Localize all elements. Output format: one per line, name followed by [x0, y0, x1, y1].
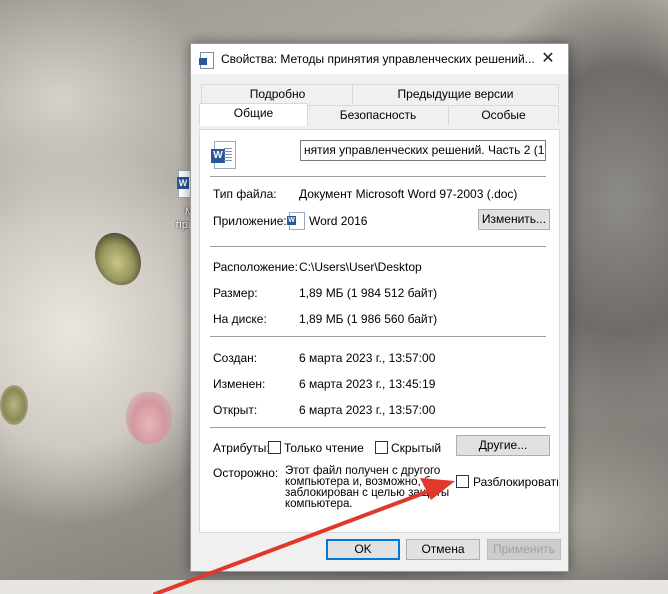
tabs-row-bottom: Общие Безопасность Особые: [199, 103, 559, 126]
tab-previous-versions[interactable]: Предыдущие версии: [352, 84, 559, 104]
file-type-value: Документ Microsoft Word 97-2003 (.doc): [299, 187, 518, 201]
application-label: Приложение:: [213, 214, 287, 228]
title-bar[interactable]: Свойства: Методы принятия управленческих…: [191, 44, 568, 74]
accessed-label: Открыт:: [213, 403, 258, 417]
attributes-label: Атрибуты:: [213, 441, 270, 455]
tabs-row-top: Подробно Предыдущие версии: [201, 84, 559, 104]
wallpaper-cat-nose: [126, 392, 172, 444]
accessed-value: 6 марта 2023 г., 13:57:00: [299, 403, 436, 417]
apply-button[interactable]: Применить: [487, 539, 561, 560]
word-document-icon: [199, 52, 214, 69]
caution-text-line: компьютера.: [285, 498, 353, 510]
wallpaper-cat-eye: [86, 225, 150, 293]
taskbar-strip: [0, 580, 668, 594]
size-label: Размер:: [213, 286, 258, 300]
separator: [210, 246, 546, 247]
properties-dialog: Свойства: Методы принятия управленческих…: [190, 43, 569, 572]
tab-general[interactable]: Общие: [199, 103, 308, 126]
location-label: Расположение:: [213, 260, 298, 274]
separator: [210, 427, 546, 428]
size-value: 1,89 МБ (1 984 512 байт): [299, 286, 438, 300]
tab-security[interactable]: Безопасность: [307, 105, 449, 125]
location-value: C:\Users\User\Desktop: [299, 260, 422, 274]
ok-button[interactable]: OK: [326, 539, 400, 560]
readonly-checkbox[interactable]: [268, 441, 281, 454]
application-value: Word 2016: [309, 214, 368, 228]
readonly-label[interactable]: Только чтение: [284, 441, 364, 455]
tab-details[interactable]: Подробно: [201, 84, 354, 104]
size-on-disk-label: На диске:: [213, 312, 267, 326]
modified-label: Изменен:: [213, 377, 266, 391]
unblock-label[interactable]: Разблокировать: [473, 475, 558, 489]
size-on-disk-value: 1,89 МБ (1 986 560 байт): [299, 312, 438, 326]
tab-custom[interactable]: Особые: [448, 105, 559, 125]
hidden-checkbox[interactable]: [375, 441, 388, 454]
modified-value: 6 марта 2023 г., 13:45:19: [299, 377, 436, 391]
advanced-button[interactable]: Другие...: [456, 435, 550, 456]
hidden-label[interactable]: Скрытый: [391, 441, 441, 455]
caution-label: Осторожно:: [213, 466, 279, 480]
cancel-button[interactable]: Отмена: [406, 539, 480, 560]
separator: [210, 336, 546, 337]
created-value: 6 марта 2023 г., 13:57:00: [299, 351, 436, 365]
word-app-icon: W: [287, 212, 305, 230]
wallpaper-cat-eye-second: [0, 385, 28, 425]
created-label: Создан:: [213, 351, 258, 365]
close-button[interactable]: ✕: [528, 44, 568, 74]
change-button[interactable]: Изменить...: [478, 209, 550, 230]
window-title: Свойства: Методы принятия управленческих…: [221, 52, 535, 66]
file-name-input[interactable]: нятия управленческих решений. Часть 2 (1…: [300, 140, 546, 161]
file-type-label: Тип файла:: [213, 187, 277, 201]
word-file-icon: W: [211, 141, 236, 169]
general-tab-panel: W нятия управленческих решений. Часть 2 …: [199, 129, 560, 533]
separator: [210, 176, 546, 177]
caution-text: Этот файл получен с другого компьютера и…: [285, 465, 449, 510]
unblock-checkbox[interactable]: [456, 475, 469, 488]
